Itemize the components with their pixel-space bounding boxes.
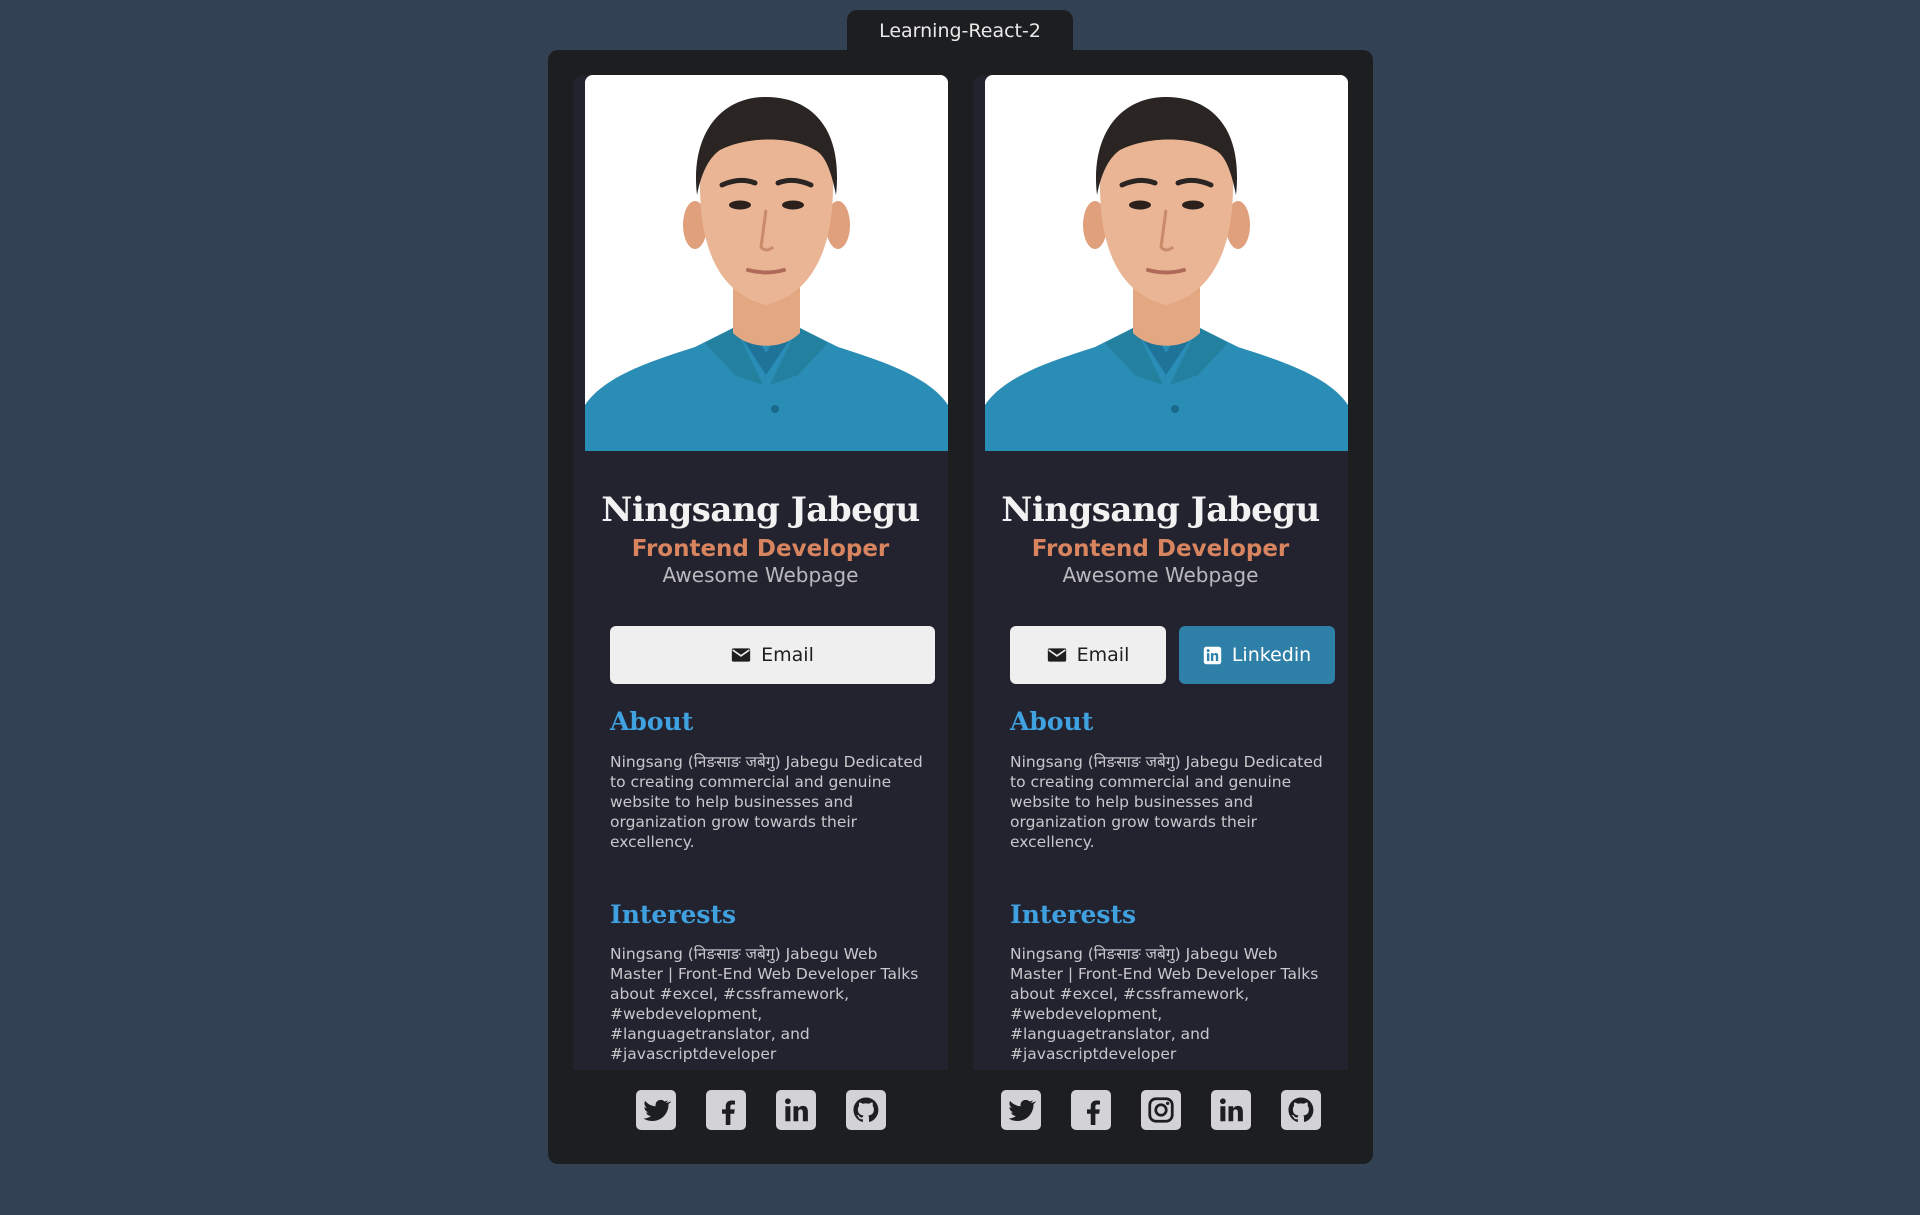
profile-name: Ningsang Jabegu bbox=[1001, 490, 1320, 530]
linkedin-button[interactable]: Linkedin bbox=[1179, 626, 1335, 684]
linkedin-square-icon bbox=[1203, 646, 1222, 665]
github-icon[interactable] bbox=[1280, 1090, 1321, 1130]
about-heading: About bbox=[1010, 707, 1094, 736]
profile-card: Ningsang Jabegu Frontend Developer Aweso… bbox=[573, 75, 948, 1130]
about-text: Ningsang (निङसाङ जबेगु) Jabegu Dedicated… bbox=[1010, 753, 1323, 851]
profile-photo bbox=[585, 75, 948, 451]
profile-tagline: Awesome Webpage bbox=[1062, 563, 1259, 587]
card-body: Ningsang Jabegu Frontend Developer Aweso… bbox=[973, 75, 1348, 1070]
profile-card: Ningsang Jabegu Frontend Developer Aweso… bbox=[973, 75, 1348, 1130]
facebook-icon[interactable] bbox=[1070, 1090, 1111, 1130]
profile-role: Frontend Developer bbox=[631, 536, 890, 562]
instagram-icon[interactable] bbox=[1140, 1090, 1181, 1130]
cards-container: Ningsang Jabegu Frontend Developer Aweso… bbox=[548, 50, 1373, 1164]
envelope-icon bbox=[731, 645, 751, 665]
profile-tagline: Awesome Webpage bbox=[662, 563, 859, 587]
email-button[interactable]: Email bbox=[1010, 626, 1166, 684]
twitter-icon[interactable] bbox=[635, 1090, 676, 1130]
interests-heading: Interests bbox=[1010, 900, 1137, 929]
github-icon[interactable] bbox=[845, 1090, 886, 1130]
linkedin-icon[interactable] bbox=[775, 1090, 816, 1130]
interests-text: Ningsang (निङसाङ जबेगु) Jabegu Web Maste… bbox=[610, 945, 919, 1063]
interests-text: Ningsang (निङसाङ जबेगु) Jabegu Web Maste… bbox=[1010, 945, 1319, 1063]
interests-heading: Interests bbox=[610, 900, 737, 929]
email-button[interactable]: Email bbox=[610, 626, 935, 684]
social-links bbox=[973, 1090, 1348, 1130]
linkedin-icon[interactable] bbox=[1210, 1090, 1251, 1130]
envelope-icon bbox=[1047, 645, 1067, 665]
about-text: Ningsang (निङसाङ जबेगु) Jabegu Dedicated… bbox=[610, 753, 923, 851]
profile-photo bbox=[985, 75, 1348, 451]
profile-role: Frontend Developer bbox=[1031, 536, 1290, 562]
facebook-icon[interactable] bbox=[705, 1090, 746, 1130]
email-button-label: Email bbox=[1076, 644, 1130, 666]
about-heading: About bbox=[610, 707, 694, 736]
twitter-icon[interactable] bbox=[1000, 1090, 1041, 1130]
linkedin-button-label: Linkedin bbox=[1231, 644, 1312, 666]
app-tab-title: Learning-React-2 bbox=[847, 10, 1073, 52]
email-button-label: Email bbox=[761, 644, 814, 666]
social-links bbox=[573, 1090, 948, 1130]
card-body: Ningsang Jabegu Frontend Developer Aweso… bbox=[573, 75, 948, 1070]
profile-name: Ningsang Jabegu bbox=[601, 490, 920, 530]
